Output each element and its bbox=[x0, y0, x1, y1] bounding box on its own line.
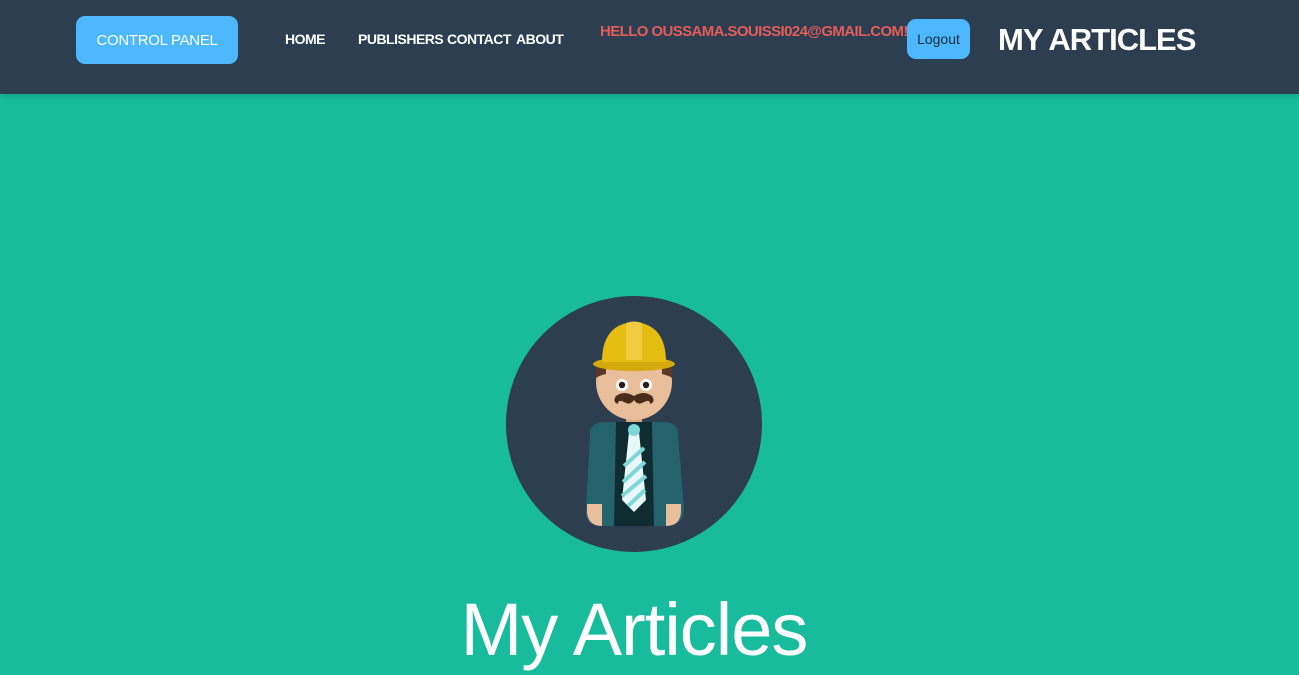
page-heading: My Articles bbox=[460, 588, 809, 671]
logout-button[interactable]: Logout bbox=[907, 19, 970, 59]
brand-title[interactable]: MY ARTICLES bbox=[998, 22, 1196, 58]
nav-link-about[interactable]: ABOUT bbox=[516, 31, 564, 47]
control-panel-button[interactable]: CONTROL PANEL bbox=[76, 16, 238, 64]
nav-link-home[interactable]: HOME bbox=[285, 31, 326, 47]
nav-link-publishers[interactable]: PUBLISHERS bbox=[358, 31, 444, 47]
navbar: CONTROL PANEL HOME PUBLISHERS CONTACT AB… bbox=[0, 0, 1299, 94]
user-greeting: HELLO OUSSAMA.SOUISSI024@GMAIL.COM! bbox=[600, 23, 908, 40]
nav-link-contact[interactable]: CONTACT bbox=[447, 31, 511, 47]
construction-worker-avatar-icon bbox=[506, 296, 762, 552]
